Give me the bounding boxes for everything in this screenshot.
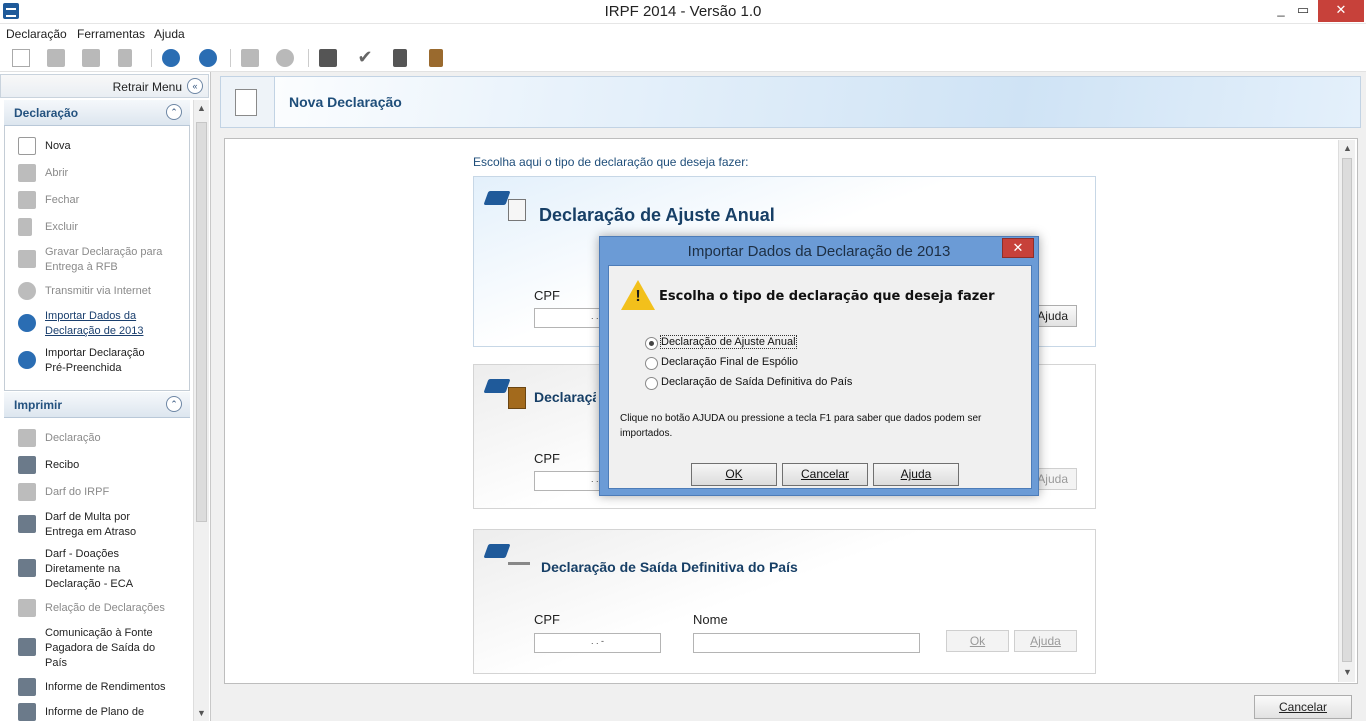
dialog-close-button[interactable]: ✕ — [1002, 238, 1034, 258]
scroll-up-icon[interactable]: ▲ — [1343, 143, 1352, 153]
main-scrollbar[interactable]: ▲ ▼ — [1338, 140, 1355, 682]
check-icon[interactable]: ✔ — [356, 48, 374, 67]
printer-icon — [18, 703, 36, 721]
card-title: Declaração Final de Espólio — [534, 389, 596, 405]
card-saida-definitiva[interactable]: Declaração de Saída Definitiva do País C… — [473, 529, 1096, 674]
menu-declaracao[interactable]: Declaração — [6, 27, 67, 41]
radio-button[interactable] — [645, 337, 658, 350]
sidebar-scroll-thumb[interactable] — [196, 122, 207, 522]
folder-icon[interactable] — [82, 49, 100, 67]
open-folder-icon[interactable] — [47, 49, 65, 67]
printer-icon — [18, 638, 36, 656]
scroll-down-icon[interactable]: ▼ — [197, 708, 206, 718]
book-icon[interactable] — [429, 49, 443, 67]
dialog-info-text: Clique no botão AJUDA ou pressione a tec… — [620, 413, 982, 439]
sidebar-scrollbar[interactable]: ▲ ▼ — [193, 100, 209, 721]
radio-label[interactable]: Declaração Final de Espólio — [661, 356, 798, 368]
section-imprimir-title: Imprimir — [14, 398, 63, 412]
save-disk-icon — [18, 250, 36, 268]
dialog-cancel-button[interactable]: Cancelar — [782, 463, 868, 486]
section-imprimir-header[interactable]: Imprimir ⌃ — [4, 392, 190, 418]
receita-logo-chest-icon — [483, 375, 526, 409]
section-declaracao-header[interactable]: Declaração ⌃ — [4, 100, 190, 126]
calculator-icon[interactable] — [393, 49, 407, 67]
dialog-help-button[interactable]: Ajuda — [873, 463, 959, 486]
toolbar-separator — [308, 49, 309, 67]
dialog-ok-button[interactable]: OK — [691, 463, 777, 486]
collapse-up-icon[interactable]: ⌃ — [166, 104, 182, 120]
title-bar: IRPF 2014 - Versão 1.0 _ ▭ ✕ — [0, 0, 1366, 24]
cancel-button[interactable]: Cancelar — [1254, 695, 1352, 719]
printer-icon — [18, 429, 36, 447]
menu-ferramentas[interactable]: Ferramentas — [77, 27, 145, 41]
import-dialog: Importar Dados da Declaração de 2013 ✕ !… — [599, 236, 1039, 496]
receita-logo-doc-icon — [483, 187, 526, 221]
choose-type-label: Escolha aqui o tipo de declaração que de… — [473, 155, 749, 169]
nome-label: Nome — [693, 612, 728, 627]
import-prefilled-icon — [18, 351, 36, 369]
retrair-menu-bar[interactable]: Retrair Menu « — [0, 74, 209, 98]
dialog-heading: Escolha o tipo de declaração que deseja … — [659, 289, 995, 304]
cpf-label: CPF — [534, 612, 560, 627]
trash-icon[interactable] — [118, 49, 132, 67]
menu-ajuda[interactable]: Ajuda — [154, 27, 185, 41]
toolbar-separator — [230, 49, 231, 67]
sidebar: Retrair Menu « Declaração ⌃ Nova Abrir F… — [0, 72, 211, 721]
receita-logo-plane-icon — [483, 540, 530, 574]
header-icon-box — [221, 77, 275, 127]
window-title: IRPF 2014 - Versão 1.0 — [604, 3, 762, 20]
import-icon[interactable] — [162, 49, 180, 67]
new-doc-icon — [18, 137, 36, 155]
scroll-down-icon[interactable]: ▼ — [1343, 667, 1352, 677]
printer-icon[interactable] — [319, 49, 337, 67]
cpf-label: CPF — [534, 451, 560, 466]
page-header: Nova Declaração — [220, 76, 1361, 128]
retrair-menu-label: Retrair Menu — [112, 80, 182, 94]
dialog-title: Importar Dados da Declaração de 2013 — [687, 243, 951, 260]
save-disk-icon[interactable] — [241, 49, 259, 67]
warning-mark: ! — [635, 288, 641, 305]
import-icon — [18, 314, 36, 332]
collapse-up-icon[interactable]: ⌃ — [166, 396, 182, 412]
scroll-up-icon[interactable]: ▲ — [197, 103, 206, 113]
section-declaracao-title: Declaração — [14, 106, 79, 120]
page-title: Nova Declaração — [289, 94, 402, 110]
new-doc-icon — [235, 89, 257, 116]
printer-icon — [18, 599, 36, 617]
main-scroll-thumb[interactable] — [1342, 158, 1352, 662]
printer-icon — [18, 483, 36, 501]
radio-label[interactable]: Declaração de Saída Definitiva do País — [661, 376, 852, 388]
printer-icon — [18, 678, 36, 696]
menu-bar: Declaração Ferramentas Ajuda — [0, 24, 1366, 44]
collapse-left-icon[interactable]: « — [187, 78, 203, 94]
nome-input[interactable] — [693, 633, 920, 653]
import-prefilled-icon[interactable] — [199, 49, 217, 67]
maximize-button[interactable]: ▭ — [1288, 0, 1318, 22]
folder-icon — [18, 191, 36, 209]
ok-button[interactable]: Ok — [946, 630, 1009, 652]
printer-icon — [18, 515, 36, 533]
open-folder-icon — [18, 164, 36, 182]
card-title: Declaração de Ajuste Anual — [539, 205, 775, 225]
globe-icon — [18, 282, 36, 300]
printer-icon — [18, 559, 36, 577]
radio-label[interactable]: Declaração de Ajuste Anual — [660, 335, 797, 349]
dialog-body: ! Escolha o tipo de declaração que desej… — [608, 265, 1032, 489]
toolbar-separator — [151, 49, 152, 67]
radio-button[interactable] — [645, 377, 658, 390]
card-title: Declaração de Saída Definitiva do País — [541, 559, 798, 575]
radio-button[interactable] — [645, 357, 658, 370]
new-doc-icon[interactable] — [12, 49, 30, 67]
close-window-button[interactable]: ✕ — [1318, 0, 1364, 22]
ajuda-button[interactable]: Ajuda — [1014, 630, 1077, 652]
printer-icon — [18, 456, 36, 474]
cpf-label: CPF — [534, 288, 560, 303]
toolbar: ✔ — [0, 44, 1366, 72]
cpf-input[interactable]: . . - — [534, 633, 661, 653]
trash-icon — [18, 218, 32, 236]
globe-icon[interactable] — [276, 49, 294, 67]
